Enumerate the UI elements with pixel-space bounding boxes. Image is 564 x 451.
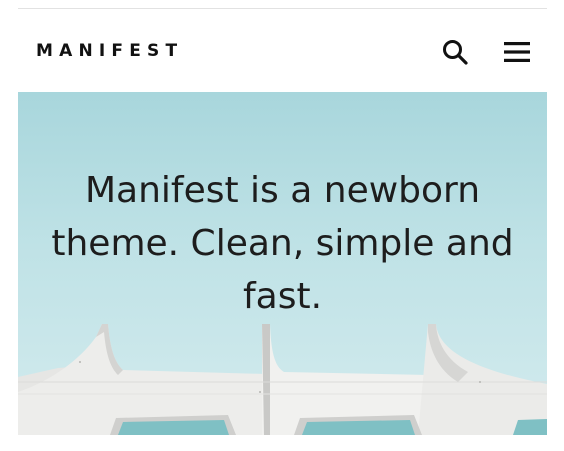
browser-viewport: MANIFEST Manifest is a newborn theme. Cl… (18, 8, 547, 435)
search-button[interactable] (438, 35, 472, 69)
hero-section: Manifest is a newborn theme. Clean, simp… (18, 92, 547, 435)
search-icon (443, 40, 468, 65)
hamburger-menu-icon (504, 42, 530, 62)
menu-button[interactable] (500, 35, 534, 69)
site-header: MANIFEST (18, 9, 547, 92)
site-logo[interactable]: MANIFEST (36, 41, 183, 61)
hero-heading: Manifest is a newborn theme. Clean, simp… (51, 170, 514, 317)
